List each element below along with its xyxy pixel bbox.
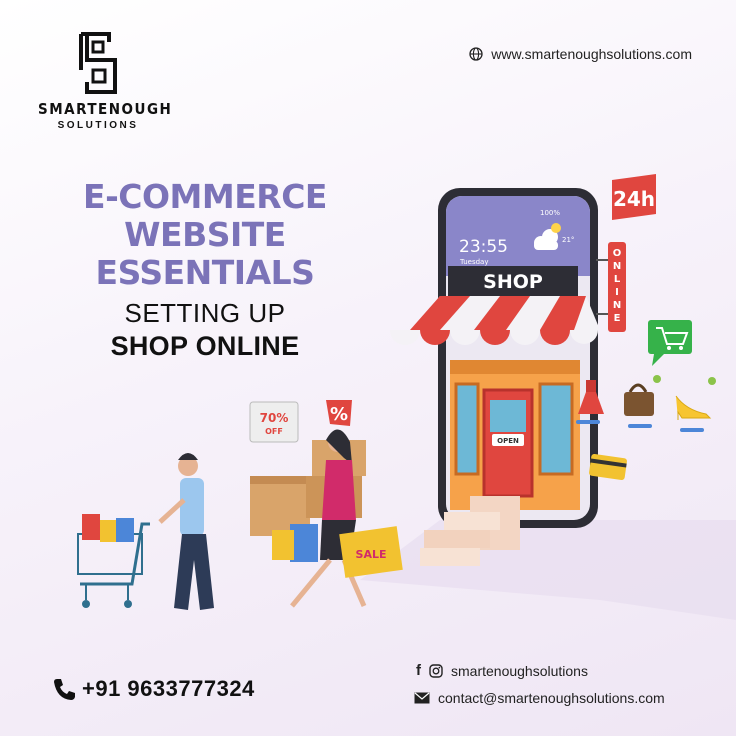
smartphone: 23:55 Tuesday 100% 21° [438, 188, 598, 528]
globe-icon [469, 47, 483, 61]
battery-level: 100% [540, 209, 560, 217]
phone-number[interactable]: +91 9633777324 [82, 676, 255, 702]
brand-monogram-icon [79, 32, 117, 94]
online-sign-letter: O [613, 248, 622, 259]
brand-subtitle: SOLUTIONS [57, 120, 139, 131]
online-sign-letter: L [614, 274, 621, 285]
24h-badge: 24h [612, 174, 656, 220]
shop-sign: SHOP [448, 266, 578, 296]
shop-awning [390, 296, 600, 345]
online-sign-letter: E [614, 313, 621, 324]
headline-line-3: ESSENTIALS [95, 253, 315, 292]
envelope-icon [414, 692, 430, 704]
svg-text:SHOP: SHOP [483, 271, 543, 293]
svg-text:70%: 70% [260, 411, 289, 425]
product-dress-icon [576, 380, 604, 424]
email-contact[interactable]: contact@smartenoughsolutions.com [414, 690, 665, 706]
weather-cloud-icon [534, 223, 561, 250]
website-link[interactable]: www.smartenoughsolutions.com [469, 46, 692, 62]
cardboard-boxes [250, 440, 366, 536]
shop-front: OPEN [450, 360, 580, 510]
website-url[interactable]: www.smartenoughsolutions.com [491, 46, 692, 62]
shop-steps [420, 496, 520, 566]
email-address[interactable]: contact@smartenoughsolutions.com [438, 690, 665, 706]
online-sign-letter: I [615, 287, 619, 298]
percent-tag: % [326, 400, 352, 426]
man-shopper [158, 453, 214, 610]
credit-card-icon [589, 453, 627, 481]
headline-line-1: E-COMMERCE [83, 177, 327, 216]
svg-text:SALE: SALE [356, 548, 387, 561]
facebook-icon[interactable]: f [416, 662, 421, 679]
brand-logo: SMARTENOUGH SOLUTIONS [38, 30, 173, 131]
weather-temperature: 21° [562, 236, 574, 244]
online-sign-letter: N [613, 300, 621, 311]
headline-block: E-COMMERCE WEBSITE ESSENTIALS SETTING UP… [40, 178, 370, 362]
subheading-2: SHOP ONLINE [110, 331, 300, 361]
cart-bubble-icon [648, 320, 692, 366]
clock-time: 23:55 [459, 237, 508, 257]
product-handbag-icon [624, 375, 661, 428]
clock-day: Tuesday [459, 258, 488, 266]
discount-tag: 70% OFF [249, 401, 299, 443]
instagram-icon[interactable] [429, 663, 443, 678]
online-sign-letter: N [613, 261, 621, 272]
online-sign: ONLINE [596, 242, 626, 332]
phone-contact[interactable]: +91 9633777324 [52, 676, 255, 702]
social-handle[interactable]: smartenoughsolutions [451, 663, 588, 679]
subheading-1: SETTING UP [124, 298, 286, 328]
open-sign: OPEN [497, 437, 519, 445]
svg-text:OFF: OFF [265, 427, 283, 436]
phone-icon [54, 679, 75, 700]
svg-text:24h: 24h [613, 187, 655, 211]
shopping-cart-icon [77, 514, 150, 608]
svg-text:%: % [330, 404, 348, 425]
woman-shopper [272, 429, 367, 608]
social-contact[interactable]: f smartenoughsolutions [416, 662, 588, 679]
brand-name: SMARTENOUGH [38, 100, 173, 118]
sale-bag-icon: SALE [339, 526, 403, 578]
product-heels-icon [675, 377, 716, 432]
headline-line-2: WEBSITE [124, 215, 286, 254]
